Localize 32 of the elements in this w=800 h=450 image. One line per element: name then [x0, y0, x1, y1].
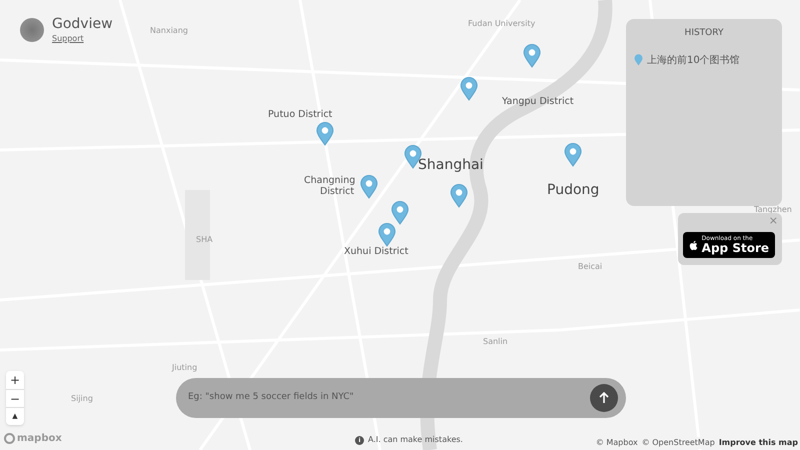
attribution-link[interactable]: © OpenStreetMap: [642, 437, 715, 449]
map-label: Tangzhen: [754, 206, 792, 214]
map-label: Sanlin: [483, 338, 508, 346]
history-title: HISTORY: [684, 27, 724, 40]
support-link[interactable]: Support: [52, 34, 113, 44]
map-label: District: [320, 187, 354, 196]
app-title: Godview: [52, 16, 113, 34]
send-button[interactable]: [590, 384, 618, 412]
map-label: Putuo District: [268, 110, 332, 120]
disclaimer-text: A.I. can make mistakes.: [368, 434, 463, 446]
map-label: Changning: [304, 176, 356, 186]
arrow-up-icon: [598, 392, 610, 404]
map-label: Fudan University: [468, 20, 536, 28]
map-pin-icon: [634, 54, 643, 66]
app-store-label: App Store: [702, 242, 769, 254]
map-label: SHA: [196, 236, 213, 244]
history-item[interactable]: 上海的前10个图书馆: [634, 52, 774, 68]
map-label: Nanxiang: [150, 27, 188, 35]
map-label: Xuhui District: [344, 247, 408, 256]
map-label: Shanghai: [418, 156, 484, 175]
mapbox-logo-icon: [4, 433, 15, 444]
search-bar[interactable]: Eg: "show me 5 soccer fields in NYC": [176, 378, 626, 418]
map-label: Yangpu District: [502, 97, 574, 106]
attribution-link[interactable]: © Mapbox: [596, 437, 638, 449]
map-label: Beicai: [578, 263, 602, 271]
map-label: Sijing: [71, 395, 93, 403]
map-label: Jiuting: [172, 364, 198, 372]
zoom-in-button[interactable]: +: [6, 371, 24, 389]
zoom-out-button[interactable]: −: [6, 389, 24, 407]
improve-map-link[interactable]: Improve this map: [718, 437, 798, 449]
search-input[interactable]: Eg: "show me 5 soccer fields in NYC": [188, 391, 590, 405]
map-label: Pudong: [547, 181, 600, 200]
